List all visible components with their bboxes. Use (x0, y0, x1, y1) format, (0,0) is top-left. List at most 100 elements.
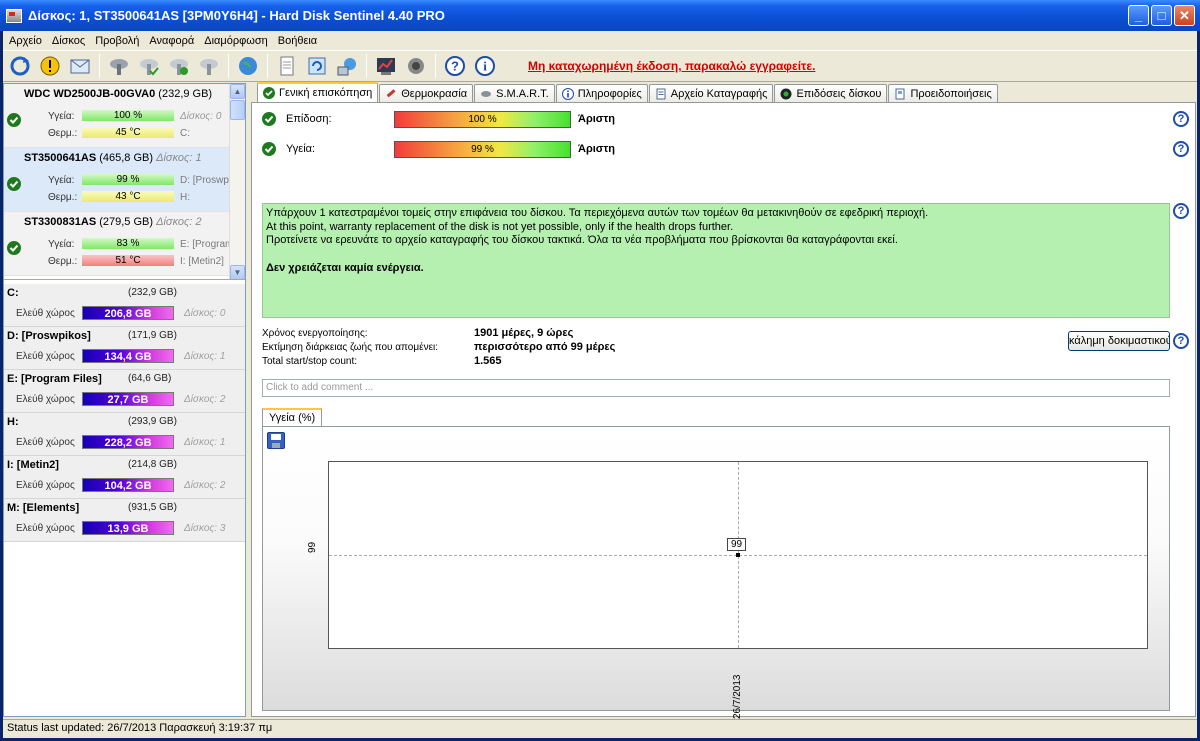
partition-item[interactable]: M: [Elements] (931,5 GB) Ελεύθ χώρος 13,… (4, 499, 245, 542)
tab-log[interactable]: Αρχείο Καταγραφής (648, 84, 774, 102)
tab-information[interactable]: Πληροφορίες (555, 84, 648, 102)
disk-check-icon[interactable] (138, 55, 160, 77)
log-icon (656, 88, 666, 99)
save-icon[interactable] (267, 432, 285, 449)
disk-item[interactable]: ST3300831AS (279,5 GB) Δίσκος: 2 Υγεία: … (4, 212, 245, 276)
menu-file[interactable]: Αρχείο (6, 35, 49, 47)
info-icon[interactable]: i (474, 55, 496, 77)
temp-bar: 45 °C (82, 127, 174, 138)
menu-configuration[interactable]: Διαμόρφωση (201, 35, 275, 47)
lifetime-label: Εκτίμηση διάρκειας ζωής που απομένει: (262, 342, 439, 353)
temp-label: Θερμ.: (48, 128, 78, 139)
unregistered-warning-link[interactable]: Μη καταχωρημένη έκδοση, παρακαλώ εγγραφε… (528, 59, 815, 73)
partition-item[interactable]: H: (293,9 GB) Ελεύθ χώρος 228,2 GB Δίσκο… (4, 413, 245, 456)
free-space-label: Ελεύθ χώρος (16, 351, 75, 362)
performance-row: Επίδοση: 100 % Άριστη (262, 110, 615, 128)
network-icon[interactable] (336, 55, 358, 77)
scroll-thumb[interactable] (230, 100, 245, 120)
smart-icon (481, 90, 492, 97)
tab-smart[interactable]: S.M.A.R.T. (474, 84, 555, 102)
tab-overview[interactable]: Γενική επισκόπηση (257, 82, 379, 102)
tab-performance[interactable]: Επιδόσεις δίσκου (774, 84, 888, 102)
health-rating: Άριστη (578, 143, 615, 155)
disk-list-scrollbar[interactable]: ▲ ▼ (229, 84, 245, 279)
free-space-label: Ελεύθ χώρος (16, 308, 75, 319)
disk-info-icon[interactable] (198, 55, 220, 77)
message-line: At this point, warranty replacement of t… (266, 220, 734, 233)
maximize-button[interactable]: □ (1151, 5, 1172, 26)
document-icon[interactable] (276, 55, 298, 77)
disk-item[interactable]: WDC WD2500JB-00GVA0 (232,9 GB) Υγεία: 10… (4, 84, 245, 148)
drive-letter: C: (180, 128, 190, 139)
health-chart: 99 99 26/7/2013 (262, 426, 1170, 719)
scroll-down-icon[interactable]: ▼ (230, 265, 245, 279)
close-button[interactable]: ✕ (1174, 5, 1195, 26)
partition-name: C: (7, 287, 19, 299)
minimize-button[interactable]: _ (1128, 5, 1149, 26)
run-test-button[interactable]: κάλημη δοκιμαστικού (1068, 331, 1170, 351)
health-label: Υγεία: (48, 111, 75, 122)
menu-disk[interactable]: Δίσκος (49, 35, 92, 47)
speaker-icon[interactable] (405, 55, 427, 77)
health-bar: 83 % (82, 238, 174, 249)
help-icon[interactable]: ? (1173, 203, 1189, 219)
disk-icon[interactable] (108, 55, 130, 77)
disk-name: ST3300831AS (279,5 GB) Δίσκος: 2 (24, 216, 202, 228)
report-icon[interactable] (375, 55, 397, 77)
startstop-value: 1.565 (474, 355, 502, 367)
free-space-bar: 104,2 GB (82, 478, 174, 492)
app-icon (6, 8, 22, 23)
mail-icon[interactable] (69, 55, 91, 77)
toolbar: ? i Μη καταχωρημένη έκδοση, παρακαλώ εγγ… (3, 50, 1197, 82)
partition-disk: Δίσκος: 1 (184, 437, 226, 448)
check-circle-icon (7, 177, 21, 191)
menu-report[interactable]: Αναφορά (146, 35, 201, 47)
partition-list: C: (232,9 GB) Ελεύθ χώρος 206,8 GB Δίσκο… (4, 284, 245, 542)
menu-view[interactable]: Προβολή (92, 35, 146, 47)
menu-bar: Αρχείο Δίσκος Προβολή Αναφορά Διαμόρφωση… (3, 31, 1197, 50)
partition-item[interactable]: D: [Proswpikos] (171,9 GB) Ελεύθ χώρος 1… (4, 327, 245, 370)
free-space-bar: 206,8 GB (82, 306, 174, 320)
help-icon[interactable]: ? (1173, 333, 1189, 349)
drive-letter: I: [Metin2] (180, 256, 224, 267)
check-circle-icon (7, 113, 21, 127)
tab-health-chart[interactable]: Υγεία (%) (262, 408, 323, 427)
free-space-bar: 228,2 GB (82, 435, 174, 449)
disk-item[interactable]: ST3500641AS (465,8 GB) Δίσκος: 1 Υγεία: … (4, 148, 245, 212)
thermometer-icon (386, 88, 396, 97)
toolbar-separator (435, 54, 436, 78)
disk-number: Δίσκος: 0 (180, 111, 222, 122)
disk-ok-icon[interactable] (168, 55, 190, 77)
help-icon[interactable]: ? (1173, 111, 1189, 127)
partition-size: (293,9 GB) (128, 416, 177, 427)
partition-disk: Δίσκος: 3 (184, 523, 226, 534)
partition-item[interactable]: C: (232,9 GB) Ελεύθ χώρος 206,8 GB Δίσκο… (4, 284, 245, 327)
svg-text:?: ? (451, 59, 459, 74)
health-row: Υγεία: 99 % Άριστη (262, 140, 615, 158)
tab-temperature[interactable]: Θερμοκρασία (379, 84, 474, 102)
lifetime-value: περισσότερο από 99 μέρες (474, 341, 616, 353)
drive-letter: E: [Program (180, 239, 234, 250)
scroll-up-icon[interactable]: ▲ (230, 84, 245, 99)
help-icon[interactable]: ? (444, 55, 466, 77)
title-bar: Δίσκος: 1, ST3500641AS [3PM0Y6H4] - Hard… (0, 0, 1200, 31)
free-space-bar: 13,9 GB (82, 521, 174, 535)
partition-item[interactable]: I: [Metin2] (214,8 GB) Ελεύθ χώρος 104,2… (4, 456, 245, 499)
sync-icon[interactable] (306, 55, 328, 77)
status-message-box: Υπάρχουν 1 κατεστραμένοι τομείς στην επι… (262, 203, 1170, 318)
health-bar: 99 % (82, 174, 174, 185)
refresh-icon[interactable] (9, 55, 31, 77)
alert-icon[interactable] (39, 55, 61, 77)
globe-icon[interactable] (237, 55, 259, 77)
help-icon[interactable]: ? (1173, 141, 1189, 157)
toolbar-separator (366, 54, 367, 78)
check-circle-icon (263, 87, 275, 99)
partition-item[interactable]: E: [Program Files] (64,6 GB) Ελεύθ χώρος… (4, 370, 245, 413)
temp-bar: 43 °C (82, 191, 174, 202)
partition-size: (232,9 GB) (128, 287, 177, 298)
health-label: Υγεία: (286, 143, 316, 155)
menu-help[interactable]: Βοήθεια (275, 35, 324, 47)
comment-field[interactable]: Click to add comment ... (262, 379, 1170, 397)
tab-warnings[interactable]: Προειδοποιήσεις (888, 84, 998, 102)
message-action: Δεν χρειάζεται καμία ενέργεια. (266, 261, 424, 274)
